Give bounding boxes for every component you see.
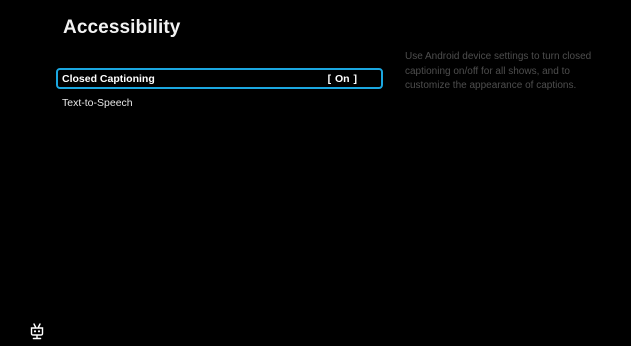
- page-title: Accessibility: [63, 17, 181, 38]
- accessibility-screen: Accessibility Closed Captioning [ On ] T…: [0, 0, 631, 346]
- tivo-robot-icon: [30, 323, 44, 340]
- menu-item-label: Text-to-Speech: [62, 96, 133, 109]
- menu-item-label: Closed Captioning: [62, 72, 155, 85]
- settings-menu: Closed Captioning [ On ] Text-to-Speech: [56, 68, 383, 113]
- menu-item-closed-captioning[interactable]: Closed Captioning [ On ]: [56, 68, 383, 89]
- menu-item-text-to-speech[interactable]: Text-to-Speech: [56, 92, 383, 113]
- help-description: Use Android device settings to turn clos…: [405, 51, 592, 91]
- menu-item-value: [ On ]: [327, 72, 357, 85]
